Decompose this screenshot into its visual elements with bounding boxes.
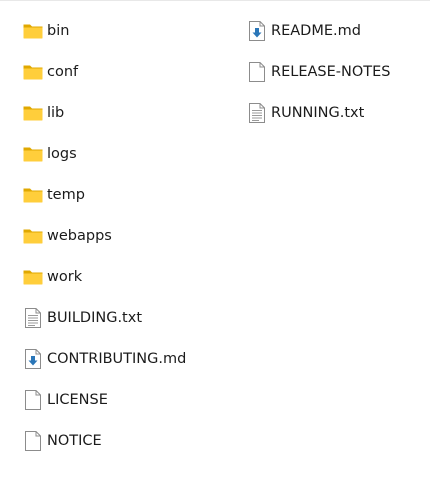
markdown-file-icon <box>246 20 268 42</box>
file-item-notice[interactable]: NOTICE <box>22 420 222 461</box>
file-item-conf[interactable]: conf <box>22 51 222 92</box>
markdown-file-icon <box>22 348 44 370</box>
file-item-bin[interactable]: bin <box>22 10 222 51</box>
file-name: work <box>47 268 83 285</box>
file-item-license[interactable]: LICENSE <box>22 379 222 420</box>
blank-file-icon <box>246 61 268 83</box>
folder-icon <box>22 266 44 288</box>
file-list-view[interactable]: bin conf lib logs temp webapps work BUIL… <box>0 0 430 488</box>
text-file-icon <box>246 102 268 124</box>
file-item-contributing-md[interactable]: CONTRIBUTING.md <box>22 338 222 379</box>
folder-icon <box>22 20 44 42</box>
file-name: webapps <box>47 227 112 244</box>
file-name: lib <box>47 104 65 121</box>
file-name: RELEASE-NOTES <box>271 63 391 80</box>
file-item-readme-md[interactable]: README.md <box>246 10 430 51</box>
file-name: conf <box>47 63 79 80</box>
file-item-webapps[interactable]: webapps <box>22 215 222 256</box>
file-name: LICENSE <box>47 391 108 408</box>
file-item-lib[interactable]: lib <box>22 92 222 133</box>
folder-icon <box>22 225 44 247</box>
file-name: bin <box>47 22 70 39</box>
file-name: CONTRIBUTING.md <box>47 350 187 367</box>
file-name: BUILDING.txt <box>47 309 143 326</box>
file-name: NOTICE <box>47 432 102 449</box>
file-name: RUNNING.txt <box>271 104 365 121</box>
text-file-icon <box>22 307 44 329</box>
folder-icon <box>22 184 44 206</box>
file-column-right: README.md RELEASE-NOTES RUNNING.txt <box>246 10 430 133</box>
file-name: logs <box>47 145 77 162</box>
folder-icon <box>22 143 44 165</box>
folder-icon <box>22 61 44 83</box>
file-item-work[interactable]: work <box>22 256 222 297</box>
file-item-running-txt[interactable]: RUNNING.txt <box>246 92 430 133</box>
file-item-temp[interactable]: temp <box>22 174 222 215</box>
file-name: README.md <box>271 22 361 39</box>
file-item-release-notes[interactable]: RELEASE-NOTES <box>246 51 430 92</box>
file-column-left: bin conf lib logs temp webapps work BUIL… <box>22 10 222 461</box>
folder-icon <box>22 102 44 124</box>
file-item-building-txt[interactable]: BUILDING.txt <box>22 297 222 338</box>
blank-file-icon <box>22 389 44 411</box>
blank-file-icon <box>22 430 44 452</box>
file-name: temp <box>47 186 85 203</box>
file-item-logs[interactable]: logs <box>22 133 222 174</box>
